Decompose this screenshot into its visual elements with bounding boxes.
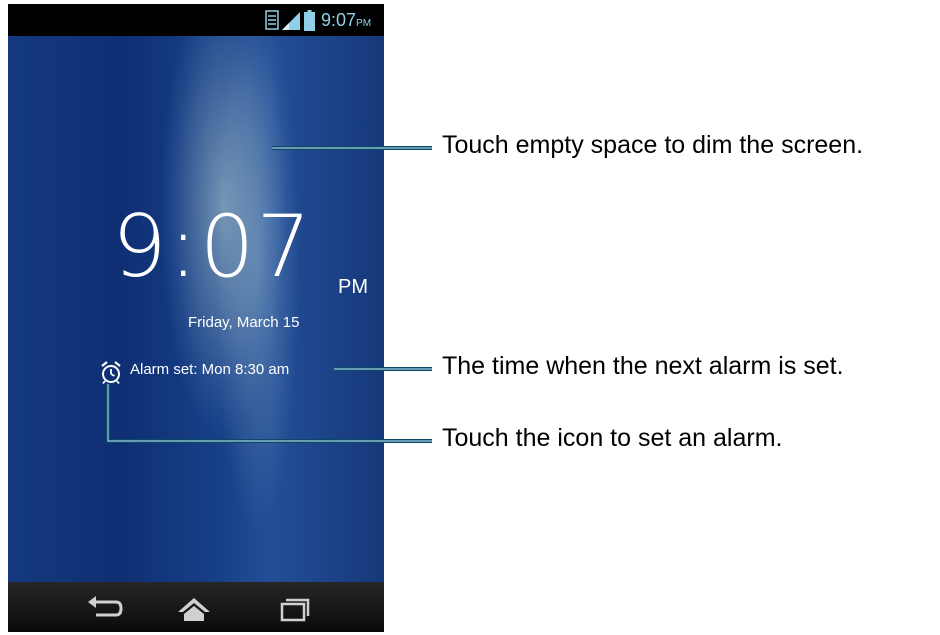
callout-next-alarm: The time when the next alarm is set. [442, 352, 844, 380]
recent-apps-icon[interactable] [274, 594, 314, 624]
callout-set-alarm: Touch the icon to set an alarm. [442, 424, 783, 452]
status-time-text: 9:07 [321, 10, 357, 30]
clock-ampm: PM [338, 276, 368, 298]
status-bar: 9:07PM [8, 4, 384, 36]
signal-icon [282, 12, 300, 30]
wallpaper[interactable] [8, 36, 384, 582]
clock-date: Friday, March 15 [188, 314, 300, 331]
status-time: 9:07PM [321, 10, 371, 31]
status-ampm: PM [356, 18, 372, 29]
battery-icon [304, 10, 315, 31]
clock-time: 9:07 [112, 197, 314, 297]
alarm-status-text[interactable]: Alarm set: Mon 8:30 am [130, 361, 289, 378]
back-icon[interactable] [84, 594, 124, 624]
callout-dim-screen: Touch empty space to dim the screen. [442, 131, 864, 159]
home-icon[interactable] [174, 594, 214, 624]
phone-screen: 9:07PM 9:07 PM Friday, March 15 Alarm se… [8, 4, 384, 632]
lte-icon [265, 10, 279, 30]
alarm-clock-icon[interactable] [100, 360, 122, 384]
